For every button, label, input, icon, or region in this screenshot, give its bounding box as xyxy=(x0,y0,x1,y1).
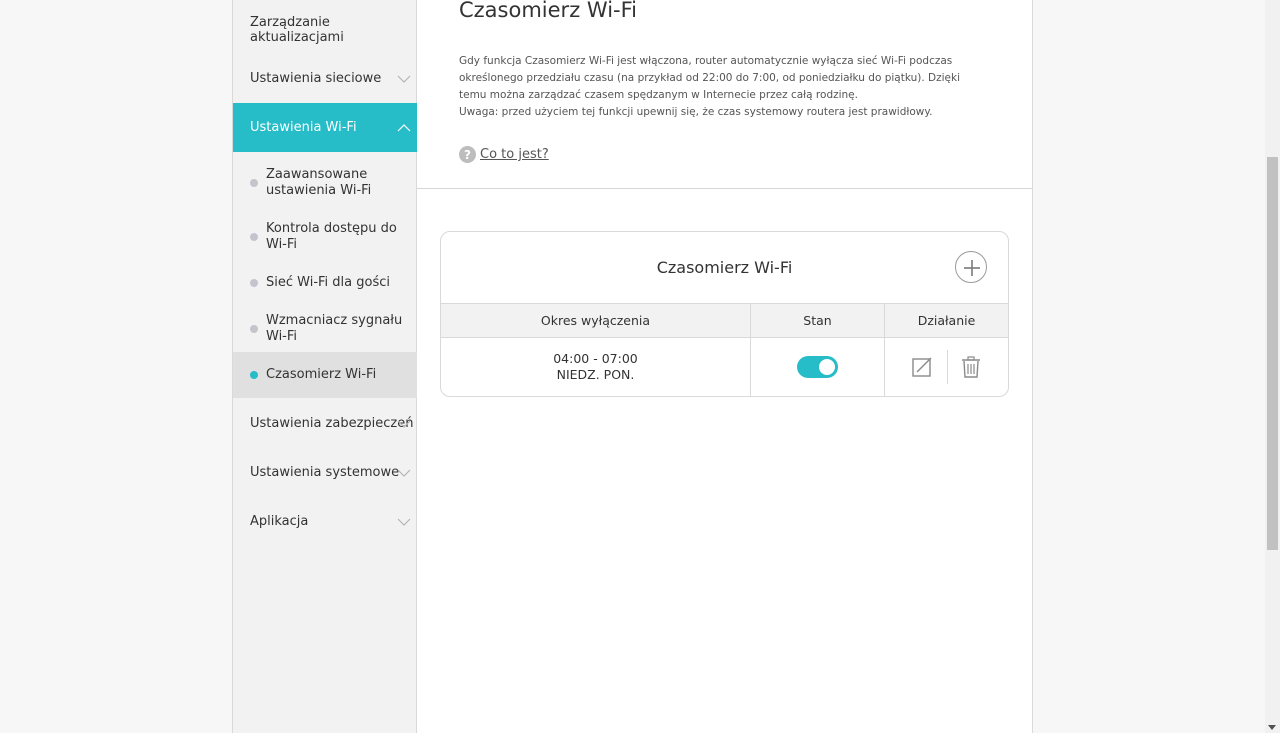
sidebar-item-update-management[interactable]: Zarządzanie aktualizacjami xyxy=(233,5,417,54)
description-text: Gdy funkcja Czasomierz Wi-Fi jest włączo… xyxy=(459,55,961,101)
chevron-down-icon xyxy=(397,75,411,83)
sidebar-item-label: Ustawienia zabezpieczeń xyxy=(250,416,414,431)
sidebar-item-application[interactable]: Aplikacja xyxy=(233,497,417,546)
sidebar: Zarządzanie aktualizacjami Ustawienia si… xyxy=(232,0,417,733)
bullet-dot xyxy=(250,325,258,333)
trash-icon[interactable] xyxy=(960,356,982,378)
table-header: Okres wyłączenia Stan Działanie xyxy=(441,303,1008,338)
sidebar-item-network-settings[interactable]: Ustawienia sieciowe xyxy=(233,54,417,103)
page-description: Gdy funkcja Czasomierz Wi-Fi jest włączo… xyxy=(459,53,989,121)
sidebar-subitem-advanced-wifi[interactable]: Zaawansowane ustawienia Wi-Fi xyxy=(233,152,417,214)
sidebar-subitem-label: Wzmacniacz sygnału Wi-Fi xyxy=(266,313,403,344)
card-title: Czasomierz Wi-Fi xyxy=(656,258,793,277)
edit-icon[interactable] xyxy=(911,356,933,378)
section-divider xyxy=(417,188,1032,189)
period-cell: 04:00 - 07:00 NIEDZ. PON. xyxy=(441,338,750,396)
status-cell xyxy=(750,338,884,396)
page-scrollbar[interactable] xyxy=(1265,0,1280,733)
scroll-down-arrow-icon[interactable] xyxy=(1268,725,1276,730)
sidebar-subitem-label: Czasomierz Wi-Fi xyxy=(266,367,377,382)
help-link[interactable]: Co to jest? xyxy=(480,147,549,162)
sidebar-subitem-wifi-access-control[interactable]: Kontrola dostępu do Wi-Fi xyxy=(233,214,417,260)
chevron-down-icon xyxy=(397,518,411,526)
period-days: NIEDZ. PON. xyxy=(556,367,635,382)
chevron-up-icon xyxy=(397,123,411,131)
sidebar-subitem-guest-wifi[interactable]: Sieć Wi-Fi dla gości xyxy=(233,260,417,306)
wifi-timer-card: Czasomierz Wi-Fi Okres wyłączenia Stan D… xyxy=(440,231,1009,397)
action-cell xyxy=(884,338,1008,396)
column-header-action: Działanie xyxy=(884,304,1008,337)
bullet-dot xyxy=(250,371,258,379)
sidebar-item-label: Ustawienia systemowe xyxy=(250,465,400,480)
period-time: 04:00 - 07:00 xyxy=(553,351,638,366)
add-schedule-button[interactable] xyxy=(955,251,987,283)
sidebar-subitem-wifi-timer[interactable]: Czasomierz Wi-Fi xyxy=(233,352,417,398)
column-header-period: Okres wyłączenia xyxy=(540,313,651,328)
sidebar-item-label: Zarządzanie aktualizacjami xyxy=(250,14,344,45)
sidebar-subitem-label: Kontrola dostępu do Wi-Fi xyxy=(266,221,397,252)
sidebar-item-label: Ustawienia sieciowe xyxy=(250,71,382,86)
scrollbar-thumb[interactable] xyxy=(1267,157,1278,550)
sidebar-subitem-signal-booster[interactable]: Wzmacniacz sygnału Wi-Fi xyxy=(233,306,417,352)
table-row: 04:00 - 07:00 NIEDZ. PON. xyxy=(441,338,1008,396)
status-toggle[interactable] xyxy=(797,356,838,378)
main-panel: Czasomierz Wi-Fi Gdy funkcja Czasomierz … xyxy=(417,0,1033,733)
sidebar-subitem-label: Sieć Wi-Fi dla gości xyxy=(266,275,390,290)
bullet-dot xyxy=(250,279,258,287)
help-link-group[interactable]: ? Co to jest? xyxy=(459,146,549,163)
bullet-dot xyxy=(250,233,258,241)
action-separator xyxy=(947,350,948,384)
chevron-down-icon xyxy=(397,469,411,477)
sidebar-item-security-settings[interactable]: Ustawienia zabezpieczeń xyxy=(233,399,417,448)
bullet-dot xyxy=(250,179,258,187)
sidebar-item-label: Aplikacja xyxy=(250,514,309,529)
page: Zarządzanie aktualizacjami Ustawienia si… xyxy=(0,0,1280,733)
page-title: Czasomierz Wi-Fi xyxy=(459,0,637,22)
sidebar-item-label: Ustawienia Wi-Fi xyxy=(250,120,357,135)
chevron-down-icon xyxy=(397,420,411,428)
description-note: Uwaga: przed użyciem tej funkcji upewnij… xyxy=(459,106,933,118)
sidebar-item-wifi-settings[interactable]: Ustawienia Wi-Fi xyxy=(233,103,417,152)
sidebar-item-system-settings[interactable]: Ustawienia systemowe xyxy=(233,448,417,497)
sidebar-subitem-label: Zaawansowane ustawienia Wi-Fi xyxy=(266,167,372,198)
column-header-status: Stan xyxy=(750,304,884,337)
help-icon: ? xyxy=(459,146,476,163)
plus-icon xyxy=(964,260,980,276)
